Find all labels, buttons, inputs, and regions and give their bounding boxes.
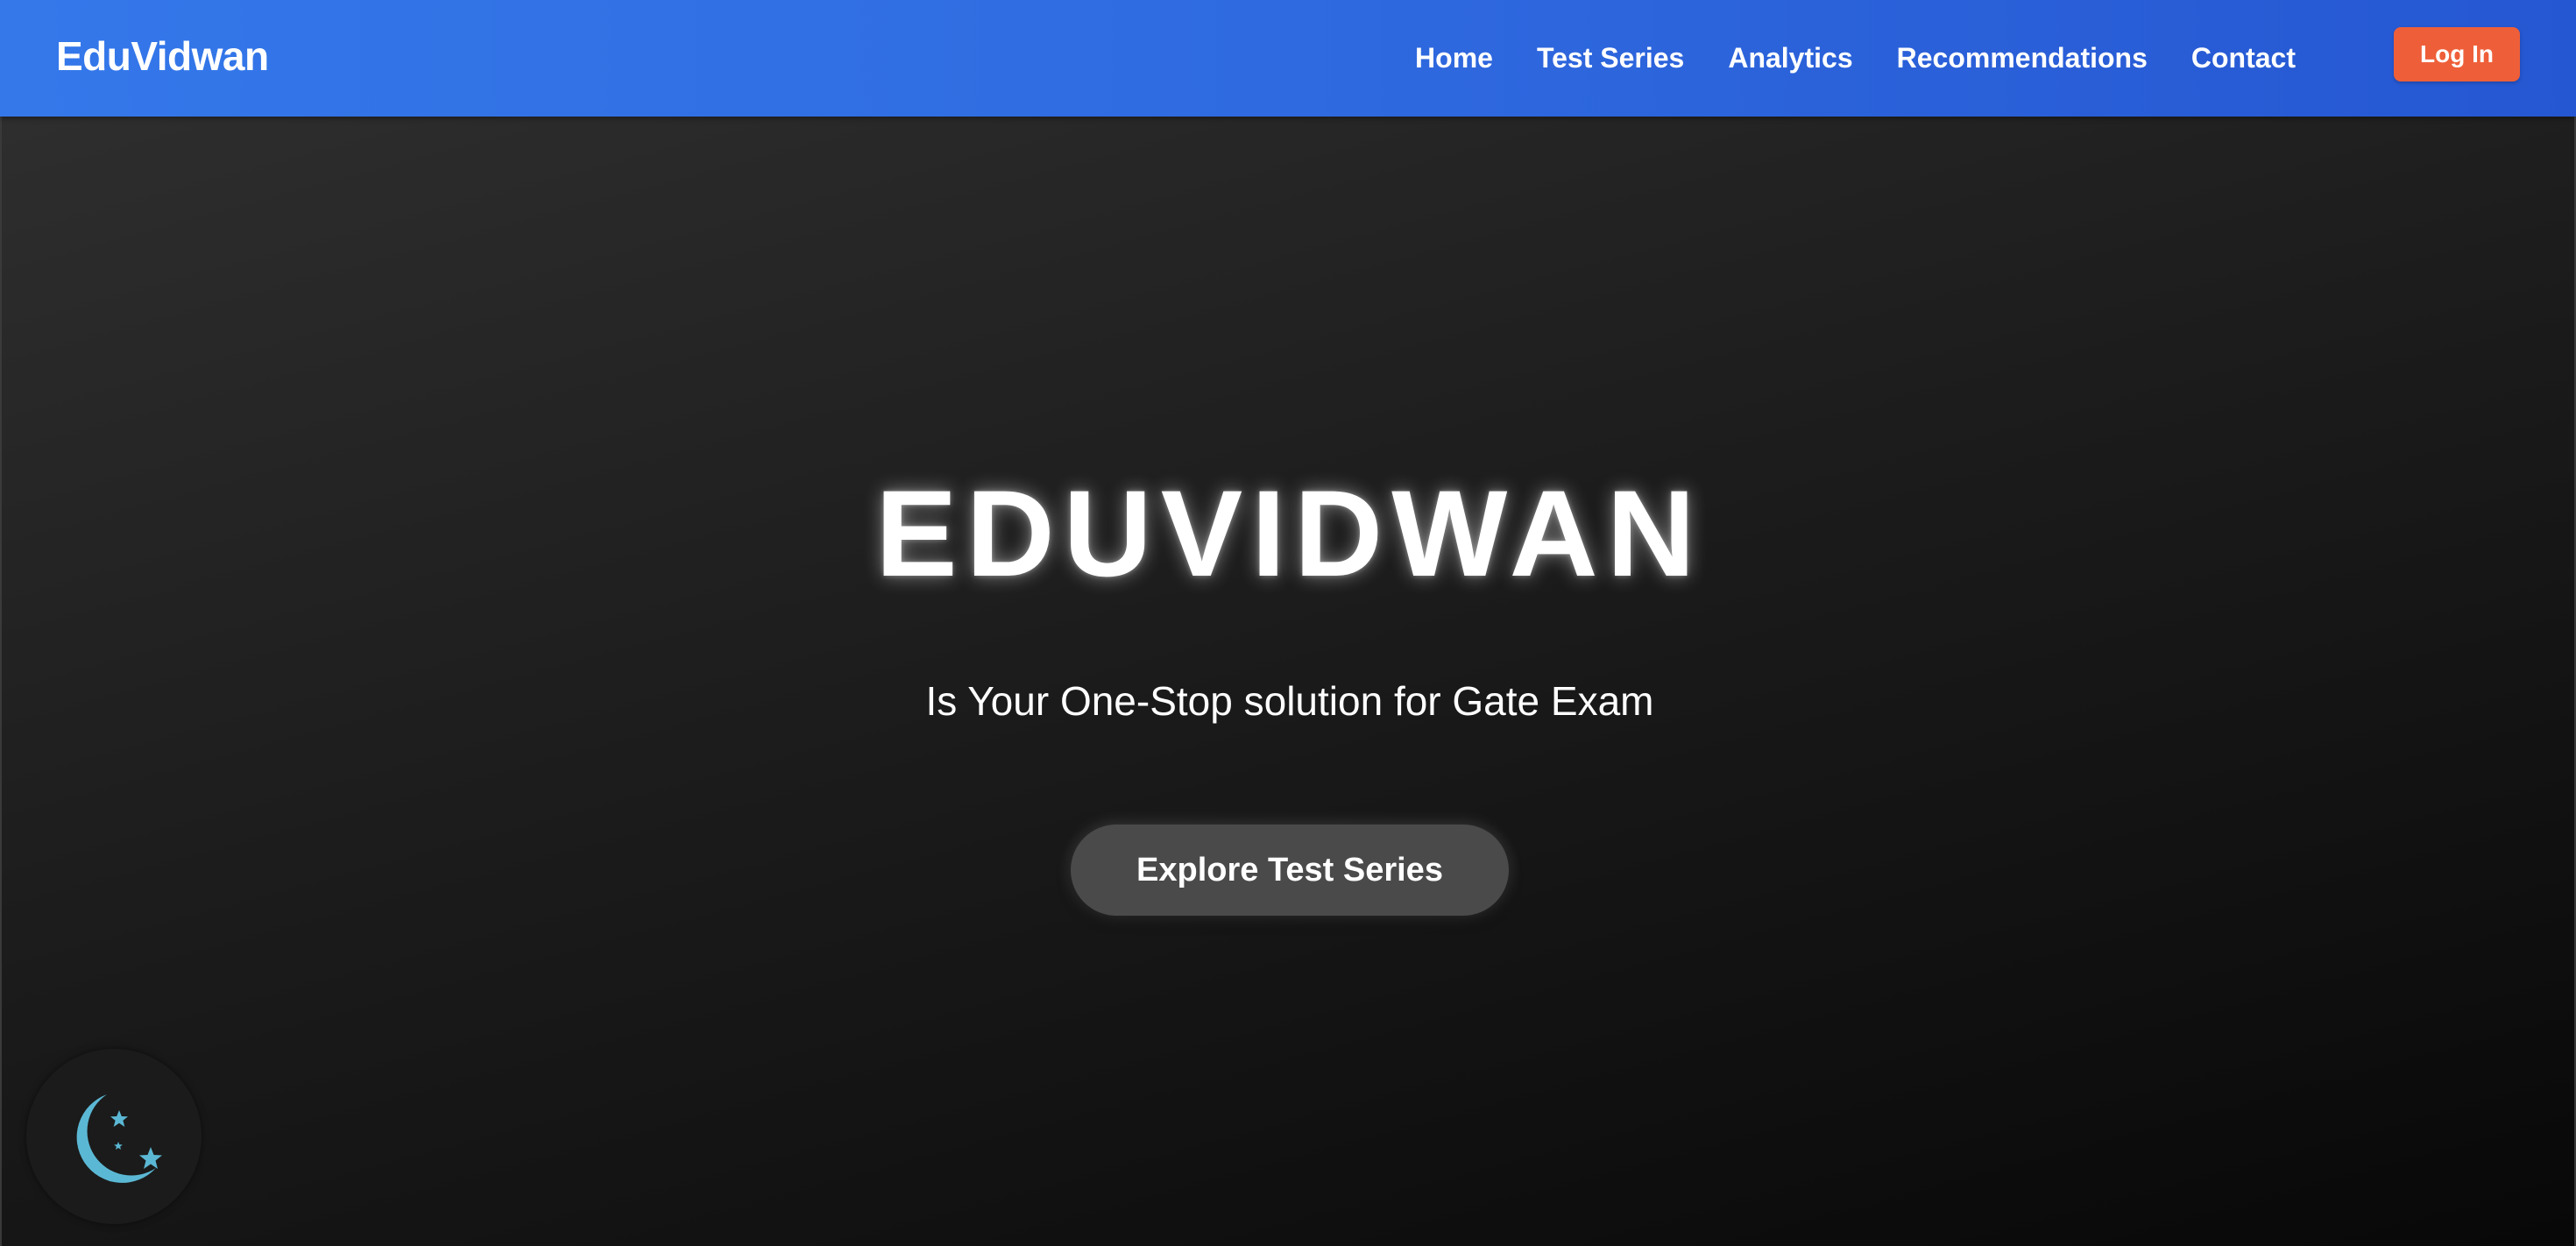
nav-link-test-series[interactable]: Test Series [1537,42,1684,74]
nav-link-recommendations[interactable]: Recommendations [1897,42,2148,74]
nav-links: Home Test Series Analytics Recommendatio… [1415,0,2296,117]
hero-section: EDUVIDWAN Is Your One-Stop solution for … [0,117,2576,1246]
login-button[interactable]: Log In [2394,27,2520,81]
nav-link-home[interactable]: Home [1415,42,1493,74]
hero-subtitle: Is Your One-Stop solution for Gate Exam [925,678,1654,724]
explore-test-series-button[interactable]: Explore Test Series [1071,825,1509,916]
brand-logo[interactable]: EduVidwan [56,0,269,117]
page: EduVidwan Home Test Series Analytics Rec… [0,0,2576,1246]
theme-toggle-button[interactable] [26,1049,202,1224]
hero-title: EDUVIDWAN [875,464,1704,602]
moon-stars-icon [76,1094,162,1183]
nav-link-analytics[interactable]: Analytics [1728,42,1852,74]
nav-link-contact[interactable]: Contact [2191,42,2296,74]
navbar: EduVidwan Home Test Series Analytics Rec… [0,0,2576,117]
